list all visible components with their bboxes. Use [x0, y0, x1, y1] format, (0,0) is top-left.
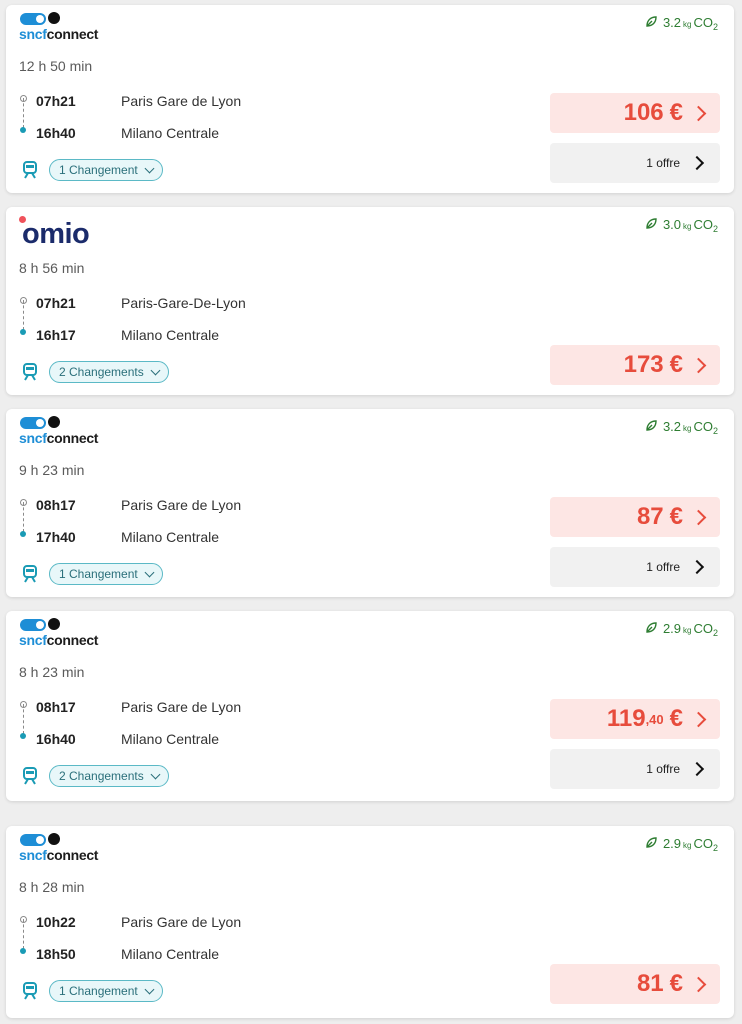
offers-button[interactable]: 1 offre: [550, 143, 720, 183]
chevron-down-icon: [150, 769, 161, 779]
departure-station: Paris-Gare-De-Lyon: [121, 295, 246, 311]
arrival-station: Milano Centrale: [121, 125, 220, 141]
offers-button[interactable]: 1 offre: [550, 749, 720, 789]
chevron-down-icon: [144, 163, 155, 173]
trip-duration: 9 h 23 min: [19, 462, 85, 478]
arrival-time: 18h50: [36, 946, 76, 962]
result-card[interactable]: omio 3.0 kg CO 2 8 h 56 min 07h21 Paris-Gar…: [6, 207, 734, 395]
chevron-right-icon: [690, 976, 707, 992]
co2-emission: 3.2 kg CO 2: [645, 419, 718, 436]
train-icon: [23, 565, 37, 583]
result-card[interactable]: sncfconnect 3.2 kg CO 2 12 h 50 min 07h21 P…: [6, 5, 734, 193]
arrival-station: Milano Centrale: [121, 731, 220, 747]
co2-emission: 2.9 kg CO 2: [645, 621, 718, 638]
chevron-down-icon: [144, 984, 155, 994]
result-card[interactable]: sncfconnect 2.9 kg CO 2 8 h 28 min 10h22 Pa…: [6, 826, 734, 1018]
toggle-icon: [20, 834, 46, 846]
sncf-connect-logo: sncfconnect: [19, 833, 119, 863]
trip-duration: 8 h 23 min: [19, 664, 85, 680]
arrival-station: Milano Centrale: [121, 529, 220, 545]
chevron-down-icon: [144, 567, 155, 577]
chevron-right-icon: [690, 357, 707, 373]
arrival-time: 16h40: [36, 731, 76, 747]
arrival-time: 16h40: [36, 125, 76, 141]
chevron-right-icon: [689, 155, 705, 171]
departure-time: 10h22: [36, 914, 76, 930]
co2-emission: 2.9 kg CO 2: [645, 836, 718, 853]
departure-station: Paris Gare de Lyon: [121, 914, 242, 930]
toggle-icon: [20, 13, 46, 25]
arrival-dot-icon: [20, 733, 26, 739]
departure-station: Paris Gare de Lyon: [121, 93, 242, 109]
changes-dropdown[interactable]: 1 Changement: [49, 563, 163, 585]
leaf-icon: [646, 837, 657, 848]
arrival-time: 16h17: [36, 327, 76, 343]
chevron-down-icon: [150, 365, 161, 375]
leaf-icon: [646, 16, 657, 27]
train-icon: [23, 982, 37, 1000]
chevron-right-icon: [690, 711, 707, 727]
arrival-station: Milano Centrale: [121, 946, 220, 962]
chevron-right-icon: [690, 509, 707, 525]
trip-duration: 8 h 56 min: [19, 260, 85, 276]
changes-dropdown[interactable]: 1 Changement: [49, 980, 163, 1002]
changes-dropdown[interactable]: 2 Changements: [49, 765, 169, 787]
co2-emission: 3.2 kg CO 2: [645, 15, 718, 32]
result-card[interactable]: sncfconnect 2.9 kg CO 2 8 h 23 min 08h17 Pa…: [6, 611, 734, 801]
train-icon: [23, 161, 37, 179]
departure-station: Paris Gare de Lyon: [121, 699, 242, 715]
offers-button[interactable]: 1 offre: [550, 547, 720, 587]
changes-dropdown[interactable]: 2 Changements: [49, 361, 169, 383]
price-button[interactable]: 173 €: [550, 345, 720, 385]
departure-time: 07h21: [36, 93, 76, 109]
sncf-connect-logo: sncfconnect: [19, 416, 119, 446]
trip-duration: 12 h 50 min: [19, 58, 93, 74]
toggle-icon: [20, 417, 46, 429]
arrival-dot-icon: [20, 948, 26, 954]
trip-duration: 8 h 28 min: [19, 879, 85, 895]
changes-dropdown[interactable]: 1 Changement: [49, 159, 163, 181]
departure-time: 07h21: [36, 295, 76, 311]
leaf-icon: [646, 622, 657, 633]
arrival-dot-icon: [20, 329, 26, 335]
omio-logo: omio: [19, 212, 129, 250]
toggle-icon: [20, 619, 46, 631]
arrival-dot-icon: [20, 127, 26, 133]
sncf-connect-logo: sncfconnect: [19, 12, 119, 42]
price-button[interactable]: 119,40 €: [550, 699, 720, 739]
price-button[interactable]: 81 €: [550, 964, 720, 1004]
departure-time: 08h17: [36, 699, 76, 715]
departure-time: 08h17: [36, 497, 76, 513]
price-button[interactable]: 87 €: [550, 497, 720, 537]
departure-station: Paris Gare de Lyon: [121, 497, 242, 513]
result-card[interactable]: sncfconnect 3.2 kg CO 2 9 h 23 min 08h17 Pa…: [6, 409, 734, 597]
arrival-dot-icon: [20, 531, 26, 537]
arrival-time: 17h40: [36, 529, 76, 545]
price-button[interactable]: 106 €: [550, 93, 720, 133]
leaf-icon: [646, 420, 657, 431]
chevron-right-icon: [689, 761, 705, 777]
sncf-connect-logo: sncfconnect: [19, 618, 119, 648]
train-icon: [23, 363, 37, 381]
arrival-station: Milano Centrale: [121, 327, 220, 343]
train-icon: [23, 767, 37, 785]
co2-emission: 3.0 kg CO 2: [645, 217, 718, 234]
chevron-right-icon: [689, 559, 705, 575]
chevron-right-icon: [690, 105, 707, 121]
leaf-icon: [646, 218, 657, 229]
